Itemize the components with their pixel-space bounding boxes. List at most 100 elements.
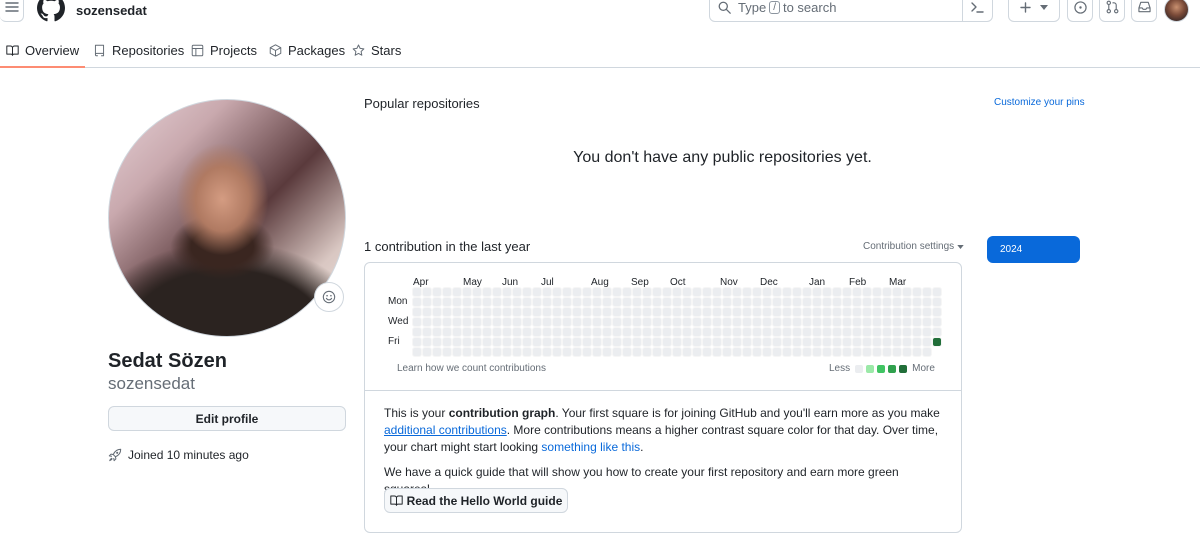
contribution-day-cell[interactable] [852,287,862,297]
contribution-day-cell[interactable] [632,347,642,357]
contribution-day-cell[interactable] [562,347,572,357]
contribution-day-cell[interactable] [802,337,812,347]
tab-stars[interactable]: Stars [352,34,401,67]
issues-button[interactable] [1067,0,1093,22]
contribution-day-cell[interactable] [792,297,802,307]
contribution-day-cell[interactable] [432,327,442,337]
contribution-day-cell[interactable] [732,317,742,327]
contribution-day-cell[interactable] [522,347,532,357]
contribution-day-cell[interactable] [412,317,422,327]
contribution-day-cell[interactable] [472,327,482,337]
contribution-day-cell[interactable] [552,287,562,297]
contribution-day-cell[interactable] [612,337,622,347]
contribution-day-cell[interactable] [562,337,572,347]
contribution-day-cell[interactable] [732,327,742,337]
contribution-day-cell[interactable] [542,327,552,337]
contribution-day-cell[interactable] [932,327,942,337]
contribution-day-cell[interactable] [832,347,842,357]
contribution-day-cell[interactable] [802,287,812,297]
contribution-day-cell[interactable] [722,337,732,347]
contribution-day-cell[interactable] [852,337,862,347]
contribution-day-cell[interactable] [422,337,432,347]
contribution-day-cell[interactable] [762,327,772,337]
contribution-day-cell[interactable] [932,287,942,297]
contribution-day-cell[interactable] [712,307,722,317]
contribution-day-cell[interactable] [812,317,822,327]
contribution-day-cell[interactable] [442,317,452,327]
contribution-day-cell[interactable] [662,287,672,297]
contribution-day-cell[interactable] [682,327,692,337]
contribution-day-cell[interactable] [782,287,792,297]
contribution-day-cell[interactable] [462,307,472,317]
contribution-day-cell[interactable] [672,297,682,307]
contribution-day-cell[interactable] [472,337,482,347]
hamburger-menu-button[interactable] [0,0,24,22]
contribution-day-cell[interactable] [882,317,892,327]
contribution-day-cell[interactable] [452,297,462,307]
contribution-day-cell[interactable] [842,297,852,307]
contribution-day-cell[interactable] [692,327,702,337]
contribution-day-cell[interactable] [422,307,432,317]
contribution-day-cell[interactable] [842,327,852,337]
contribution-day-cell[interactable] [552,317,562,327]
contribution-day-cell[interactable] [452,347,462,357]
contribution-day-cell[interactable] [542,287,552,297]
contribution-day-cell[interactable] [762,337,772,347]
contribution-day-cell[interactable] [922,307,932,317]
contribution-day-cell[interactable] [432,317,442,327]
contribution-day-cell[interactable] [462,317,472,327]
learn-contributions-link[interactable]: Learn how we count contributions [397,363,546,374]
contribution-settings-dropdown[interactable]: Contribution settings [863,241,964,252]
contribution-day-cell[interactable] [692,317,702,327]
contribution-day-cell[interactable] [782,337,792,347]
contribution-day-cell[interactable] [552,327,562,337]
contribution-day-cell[interactable] [782,327,792,337]
contribution-day-cell[interactable] [512,307,522,317]
contribution-day-cell[interactable] [832,317,842,327]
contribution-day-cell[interactable] [912,307,922,317]
contribution-day-cell[interactable] [882,347,892,357]
contribution-day-cell[interactable] [872,347,882,357]
contribution-day-cell[interactable] [842,307,852,317]
contribution-day-cell[interactable] [652,327,662,337]
contribution-day-cell[interactable] [912,287,922,297]
contribution-day-cell[interactable] [592,337,602,347]
contribution-day-cell[interactable] [582,317,592,327]
contribution-day-cell[interactable] [812,347,822,357]
contribution-day-cell[interactable] [892,307,902,317]
contribution-day-cell[interactable] [622,307,632,317]
contribution-day-cell[interactable] [492,337,502,347]
github-logo-icon[interactable] [37,0,65,22]
contribution-day-cell[interactable] [432,307,442,317]
contribution-day-cell[interactable] [702,287,712,297]
contribution-day-cell[interactable] [582,327,592,337]
contribution-day-cell[interactable] [502,307,512,317]
contribution-day-cell[interactable] [652,287,662,297]
contribution-day-cell[interactable] [492,297,502,307]
contribution-day-cell[interactable] [532,337,542,347]
contribution-day-cell[interactable] [562,307,572,317]
contribution-day-cell[interactable] [562,327,572,337]
contribution-day-cell[interactable] [752,317,762,327]
contribution-day-cell[interactable] [702,297,712,307]
contribution-day-cell[interactable] [412,307,422,317]
contribution-day-cell[interactable] [492,327,502,337]
contribution-day-cell[interactable] [422,327,432,337]
contribution-day-cell[interactable] [462,347,472,357]
contribution-day-cell[interactable] [812,307,822,317]
contribution-day-cell[interactable] [562,297,572,307]
contribution-day-cell[interactable] [732,347,742,357]
tab-projects[interactable]: Projects [191,34,257,67]
contribution-day-cell[interactable] [862,287,872,297]
profile-avatar[interactable] [108,99,346,337]
contribution-day-cell[interactable] [412,347,422,357]
contribution-day-cell[interactable] [872,327,882,337]
contribution-day-cell[interactable] [572,337,582,347]
contribution-day-cell[interactable] [572,287,582,297]
contribution-day-cell[interactable] [442,337,452,347]
contribution-day-cell[interactable] [742,317,752,327]
contribution-day-cell[interactable] [922,317,932,327]
contribution-day-cell[interactable] [592,307,602,317]
contribution-day-cell[interactable] [622,347,632,357]
contribution-day-cell[interactable] [442,297,452,307]
